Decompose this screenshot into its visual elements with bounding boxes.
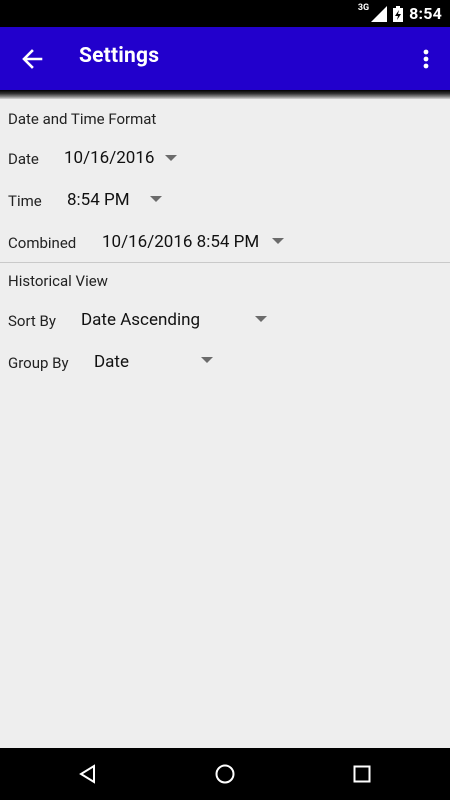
combined-label: Combined (8, 234, 77, 252)
sort-by-spinner[interactable]: Date Ascending (81, 310, 200, 330)
home-circle-icon (215, 764, 235, 784)
recents-square-icon (353, 765, 371, 783)
app-bar-shadow (0, 90, 450, 99)
date-label: Date (8, 150, 39, 168)
combined-dropdown-caret-icon[interactable] (272, 238, 284, 244)
sort-by-label: Sort By (8, 312, 56, 330)
time-label: Time (8, 192, 42, 210)
sort-by-dropdown-caret-icon[interactable] (255, 316, 267, 322)
combined-format-spinner[interactable]: 10/16/2016 8:54 PM (102, 232, 259, 252)
status-icons: 3G 8:54 (358, 0, 442, 27)
app-bar: Settings (0, 27, 450, 90)
group-by-label: Group By (8, 354, 69, 372)
section-title-historical-view: Historical View (8, 272, 108, 290)
nav-back-button[interactable] (58, 748, 118, 800)
battery-icon (393, 5, 404, 22)
group-by-dropdown-caret-icon[interactable] (201, 357, 213, 363)
group-by-spinner[interactable]: Date (94, 352, 129, 372)
overflow-menu-button[interactable] (416, 45, 436, 73)
section-divider (0, 262, 450, 263)
nav-home-button[interactable] (195, 748, 255, 800)
date-dropdown-caret-icon[interactable] (165, 155, 177, 161)
signal-icon (371, 5, 388, 22)
more-vert-icon (423, 49, 429, 69)
page-title: Settings (79, 44, 160, 68)
date-format-spinner[interactable]: 10/16/2016 (64, 148, 154, 168)
section-title-date-time-format: Date and Time Format (8, 110, 157, 128)
time-format-spinner[interactable]: 8:54 PM (67, 190, 130, 210)
navigation-bar (0, 748, 450, 800)
back-button[interactable] (18, 45, 46, 73)
status-clock: 8:54 (409, 4, 442, 23)
back-triangle-icon (79, 764, 95, 784)
status-bar: 3G 8:54 (0, 0, 450, 27)
arrow-back-icon (22, 49, 43, 69)
time-dropdown-caret-icon[interactable] (150, 196, 162, 202)
nav-recents-button[interactable] (332, 748, 392, 800)
network-type: 3G (357, 2, 370, 13)
